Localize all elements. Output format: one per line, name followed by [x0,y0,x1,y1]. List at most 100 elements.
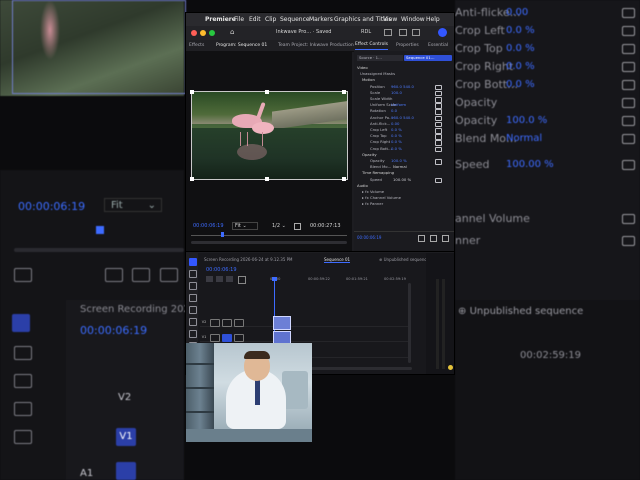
timeline-tab-recording[interactable]: Screen Recording 2026-06-24 at 9.12.35 P… [204,257,293,262]
snap-icon[interactable] [206,276,213,282]
background-duration: 00:02:59:19 [520,350,582,361]
background-tool-icon [14,346,32,360]
menu-edit[interactable]: Edit [249,13,261,26]
background-keyframe-icon [622,62,635,72]
transform-handle[interactable] [190,177,194,181]
hand-tool-icon[interactable] [189,330,197,338]
account-avatar[interactable] [438,28,447,37]
razor-tool-icon[interactable] [189,294,197,302]
warning-icon[interactable] [448,365,453,370]
background-timecode-lower: 00:00:06:19 [80,324,148,337]
background-right-value: 0.0 % [506,61,535,72]
lock-icon[interactable] [210,318,220,327]
selection-tool-icon[interactable] [189,258,197,266]
timeline-timecode[interactable]: 00:00:06:19 [206,267,237,273]
title-bar: ⌂ Inkwave Pro… · Saved RDL [186,26,454,40]
zoom-fit-dropdown[interactable]: Fit ⌄ [232,222,258,230]
overlay-desk [186,429,312,442]
source-clip-selector[interactable]: Source · 1… [357,55,403,61]
background-tool-icon [132,268,150,282]
menu-help[interactable]: Help [426,13,440,26]
background-keyframe-icon [622,8,635,18]
transform-handle[interactable] [342,177,346,181]
source-patch-icon[interactable] [222,333,232,342]
play-audio-icon[interactable] [430,235,437,242]
menu-window[interactable]: Window [401,13,425,26]
menu-file[interactable]: File [234,13,244,26]
lock-icon[interactable] [210,333,220,342]
flamingo-leg [262,132,263,146]
workspace-label[interactable]: RDL [361,29,371,35]
filter-icon[interactable] [418,235,425,242]
tab-effect-controls[interactable]: Effect Controls [355,40,388,50]
linked-selection-icon[interactable] [216,276,223,282]
maximize-window-button[interactable] [209,30,215,36]
transform-handle[interactable] [265,177,269,181]
transform-handle[interactable] [342,90,346,94]
transform-handle[interactable] [265,90,269,94]
export-frame-icon[interactable] [442,235,449,242]
close-window-button[interactable] [191,30,197,36]
monitor-playhead[interactable] [221,232,224,237]
background-keyframe-icon [622,80,635,90]
pen-tool-icon[interactable] [189,318,197,326]
share-icon[interactable] [399,29,407,36]
ruler-tick-label: 00:02:59:19 [384,277,406,281]
sequence-clip-selector[interactable]: Sequence 01… [404,55,452,61]
home-icon[interactable]: ⌂ [230,28,234,36]
overlay-shelf-line [186,363,214,365]
timeline-settings-icon[interactable] [238,276,246,284]
tab-effects[interactable]: Effects [189,40,204,51]
overlay-person-hair [244,351,270,359]
track-target-label[interactable]: V1 [200,334,208,340]
background-tool-icon [105,268,123,282]
menu-premiere[interactable]: Premiere [205,13,236,26]
timeline-tab-sequence[interactable]: Sequence 01 [324,257,351,263]
resolution-dropdown[interactable]: 1/2 ⌄ [272,223,286,229]
menu-sequence[interactable]: Sequence [280,13,310,26]
ripple-edit-tool-icon[interactable] [189,282,197,290]
background-timecode: 00:00:06:19 [18,200,86,213]
background-right-row: Crop Top [455,42,503,55]
menu-markers[interactable]: Markers [309,13,333,26]
background-playhead [96,226,104,234]
background-fit: Fit ⌄ [104,198,162,212]
slip-tool-icon[interactable] [189,306,197,314]
flamingo-leg [240,132,241,146]
track-select-tool-icon[interactable] [189,270,197,278]
fullscreen-icon[interactable] [412,29,420,36]
overlay-person-tie [255,379,260,405]
tab-program-monitor[interactable]: Program: Sequence 01 [216,40,267,51]
minimize-window-button[interactable] [200,30,206,36]
playhead-handle[interactable] [272,277,277,281]
background-track-a1-target [116,462,136,480]
eye-icon[interactable] [234,333,244,342]
layout-icon[interactable] [384,29,392,36]
menu-clip[interactable]: Clip [265,13,276,26]
add-marker-icon[interactable] [226,276,233,282]
background-right-row: Speed [455,158,490,171]
monitor-timecode[interactable]: 00:00:06:19 [193,223,224,229]
tab-team-project[interactable]: Team Project: Inkwave Production [278,40,354,51]
menu-view[interactable]: View [383,13,397,26]
background-selection [12,0,186,94]
timeline-vertical-scrollbar[interactable] [408,283,411,363]
tab-properties[interactable]: Properties [396,40,419,51]
track-v2[interactable]: V2 [200,317,410,327]
clip-v2-flamingo[interactable] [273,316,291,330]
timeline-tab-unpublished[interactable]: ⊕ Unpublished sequence [379,257,429,262]
fx-audio-row-2[interactable]: ▸ fx Panner [354,201,454,207]
monitor-scrubber[interactable] [191,235,347,236]
transform-handle[interactable] [190,90,194,94]
track-v1[interactable]: V1 [200,332,410,342]
track-target-label[interactable]: V2 [200,319,208,325]
source-patch-icon[interactable] [222,318,232,327]
tab-essential[interactable]: Essential [428,40,448,51]
settings-icon[interactable] [294,223,301,230]
project-title: Inkwave Pro… · Saved [276,29,332,35]
eye-icon[interactable] [234,318,244,327]
background-keyframe-icon [622,44,635,54]
monitor-zoom-bar[interactable] [191,241,347,244]
program-video-frame[interactable] [191,91,348,180]
effect-controls-timecode[interactable]: 00:00:06:19 [357,235,381,240]
